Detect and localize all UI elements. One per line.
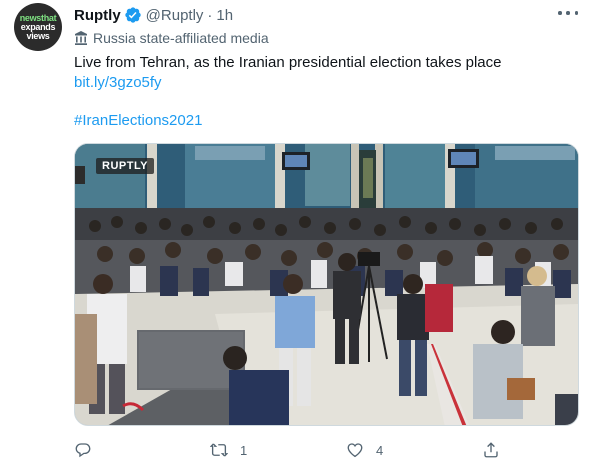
video-still-image bbox=[75, 144, 578, 425]
reply-icon bbox=[75, 443, 91, 458]
like-button[interactable]: 4 bbox=[346, 440, 383, 460]
tweet-media-video[interactable]: RUPTLY bbox=[74, 143, 579, 426]
tweet-text: Live from Tehran, as the Iranian preside… bbox=[74, 53, 574, 93]
tweet-body: Live from Tehran, as the Iranian preside… bbox=[74, 54, 502, 71]
state-media-label[interactable]: Russia state-affiliated media bbox=[74, 28, 269, 48]
tweet-link[interactable]: bit.ly/3gzo5fy bbox=[74, 74, 162, 91]
channel-badge: RUPTLY bbox=[96, 158, 154, 174]
retweet-count: 1 bbox=[240, 442, 248, 458]
share-button[interactable] bbox=[482, 440, 512, 460]
handle[interactable]: @Ruptly bbox=[146, 7, 204, 24]
verified-badge-icon bbox=[124, 6, 142, 24]
reply-button[interactable] bbox=[74, 440, 104, 460]
timestamp[interactable]: 1h bbox=[216, 7, 233, 24]
heart-icon bbox=[347, 443, 363, 458]
tweet[interactable]: newsthat expands views Ruptly @Ruptly · … bbox=[0, 0, 600, 463]
separator: · bbox=[207, 6, 213, 24]
state-media-label-text: Russia state-affiliated media bbox=[93, 30, 269, 46]
retweet-button[interactable]: 1 bbox=[210, 440, 247, 460]
retweet-icon bbox=[210, 443, 228, 457]
hashtag-link[interactable]: #IranElections2021 bbox=[74, 112, 202, 129]
display-name[interactable]: Ruptly bbox=[74, 7, 121, 24]
tweet-actions: 1 4 bbox=[74, 440, 504, 460]
government-building-icon bbox=[75, 31, 87, 45]
avatar[interactable]: newsthat expands views bbox=[14, 3, 62, 51]
like-count: 4 bbox=[376, 442, 384, 458]
tweet-header: Ruptly @Ruptly · 1h bbox=[74, 5, 233, 25]
avatar-text-line3: views bbox=[26, 30, 50, 41]
share-icon bbox=[484, 442, 498, 458]
more-options-icon[interactable] bbox=[558, 6, 578, 20]
